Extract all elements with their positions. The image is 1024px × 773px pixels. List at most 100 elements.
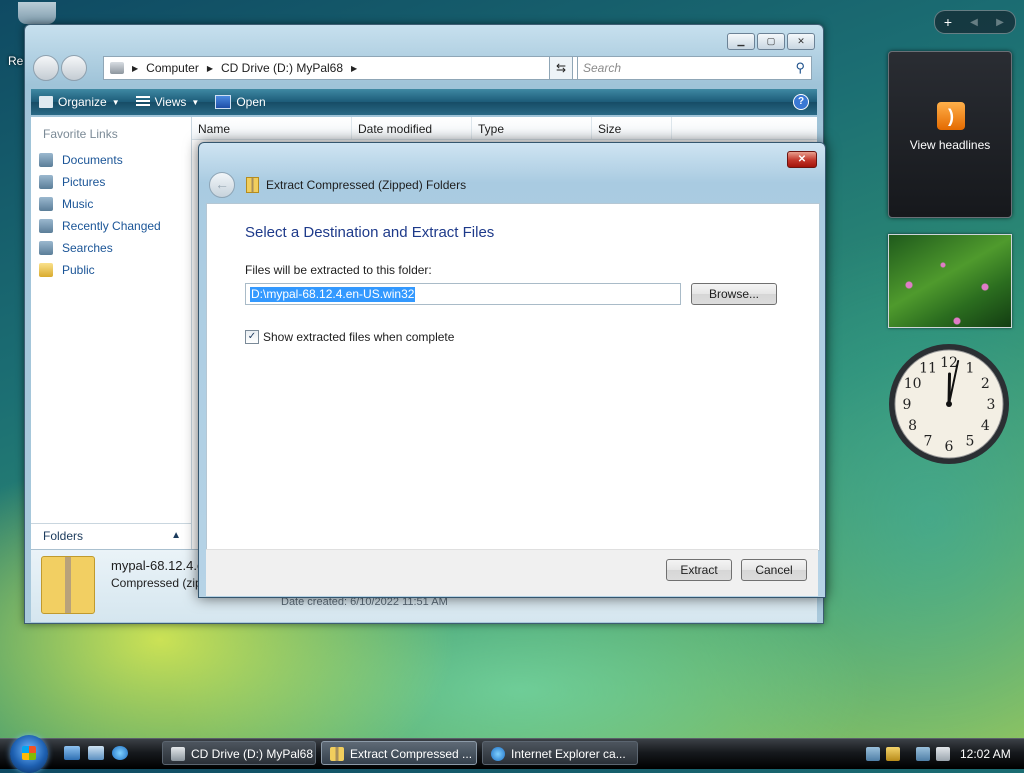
nav-link-pictures[interactable]: Pictures: [31, 171, 191, 193]
breadcrumb-separator-icon[interactable]: ▶: [207, 64, 213, 73]
show-desktop-icon[interactable]: [64, 746, 80, 760]
music-icon: [39, 197, 53, 211]
browse-button[interactable]: Browse...: [691, 283, 777, 305]
clock-numeral: 10: [904, 376, 922, 392]
views-icon: [135, 96, 150, 108]
previous-page-icon[interactable]: ◀: [961, 17, 987, 28]
navigation-pane: Favorite Links Documents Pictures Music …: [31, 117, 192, 549]
internet-explorer-icon: [491, 747, 505, 761]
close-button[interactable]: ✕: [787, 33, 815, 50]
taskbar-clock[interactable]: 12:02 AM: [960, 747, 1011, 761]
recycle-bin-icon[interactable]: [18, 2, 56, 24]
dialog-title: Extract Compressed (Zipped) Folders: [266, 178, 467, 192]
open-button[interactable]: Open: [207, 95, 273, 109]
search-placeholder: Search: [583, 61, 622, 75]
views-label: Views: [154, 95, 187, 109]
folder-icon: [39, 263, 53, 277]
taskbar-item-label: CD Drive (D:) MyPal68: [191, 747, 314, 761]
taskbar-item-extract[interactable]: Extract Compressed ...: [321, 741, 477, 765]
refresh-button[interactable]: ⇆: [549, 56, 573, 80]
column-header-date-modified[interactable]: Date modified: [352, 117, 472, 139]
nav-link-label: Music: [62, 197, 94, 211]
maximize-button[interactable]: ▢: [757, 33, 785, 50]
volume-muted-icon[interactable]: [936, 747, 950, 761]
zip-folder-icon: [246, 177, 259, 193]
minimize-button[interactable]: ▁: [727, 33, 755, 50]
chevron-down-icon: ▼: [191, 97, 200, 107]
security-tray-icon[interactable]: [886, 747, 900, 761]
nav-link-searches[interactable]: Searches: [31, 237, 191, 259]
views-menu[interactable]: Views ▼: [128, 95, 208, 109]
nav-link-label: Recently Changed: [62, 219, 161, 233]
help-icon[interactable]: ?: [793, 94, 809, 110]
clock-numeral: 1: [966, 361, 975, 377]
column-header-size[interactable]: Size: [592, 117, 672, 139]
breadcrumb-separator-icon[interactable]: ▶: [132, 64, 138, 73]
nav-link-documents[interactable]: Documents: [31, 149, 191, 171]
nav-link-label: Pictures: [62, 175, 106, 189]
breadcrumb-separator-icon[interactable]: ▶: [351, 64, 357, 73]
extract-dialog: ✕ ← Extract Compressed (Zipped) Folders …: [198, 142, 826, 598]
nav-link-recently-changed[interactable]: Recently Changed: [31, 215, 191, 237]
clock-numeral: 8: [908, 418, 917, 434]
clock-numeral: 7: [924, 433, 933, 449]
folders-toggle[interactable]: Folders ▲: [31, 523, 191, 547]
feed-headlines-gadget[interactable]: ) View headlines: [888, 51, 1012, 218]
clock-gadget[interactable]: 12 12 3 45678 9 1011: [887, 342, 1011, 466]
navigation-bar: ▶ Computer ▶ CD Drive (D:) MyPal68 ▶ ▼ ⇆…: [33, 55, 813, 81]
organize-menu[interactable]: Organize ▼: [31, 95, 128, 109]
network-icon[interactable]: [916, 747, 930, 761]
show-extracted-files-checkbox[interactable]: ✓: [245, 330, 259, 344]
rss-icon: ): [937, 102, 965, 130]
feed-gadget-label[interactable]: View headlines: [889, 138, 1011, 152]
dialog-close-button[interactable]: ✕: [787, 151, 817, 168]
nav-link-label: Documents: [62, 153, 123, 167]
command-bar: Organize ▼ Views ▼ Open ?: [31, 89, 817, 115]
add-gadget-icon[interactable]: +: [935, 14, 961, 30]
documents-icon: [39, 153, 53, 167]
destination-label: Files will be extracted to this folder:: [245, 263, 432, 277]
slideshow-gadget[interactable]: [888, 234, 1012, 328]
internet-explorer-icon[interactable]: [112, 746, 128, 760]
organize-label: Organize: [58, 95, 107, 109]
nav-link-public[interactable]: Public: [31, 259, 191, 281]
sidebar-tray-icon[interactable]: [866, 747, 880, 761]
start-button[interactable]: [10, 735, 48, 773]
show-extracted-files-label[interactable]: Show extracted files when complete: [263, 330, 454, 344]
next-page-icon[interactable]: ▶: [987, 17, 1013, 28]
zip-folder-icon: [330, 747, 344, 761]
nav-link-music[interactable]: Music: [31, 193, 191, 215]
taskbar-item-internet-explorer[interactable]: Internet Explorer ca...: [482, 741, 638, 765]
clock-numeral: 9: [903, 397, 912, 413]
back-button[interactable]: [33, 55, 59, 81]
forward-button[interactable]: [61, 55, 87, 81]
taskbar-item-label: Internet Explorer ca...: [511, 747, 626, 761]
search-input[interactable]: Search ⚲: [577, 56, 812, 80]
switch-windows-icon[interactable]: [88, 746, 104, 760]
clock-numeral: 11: [919, 361, 937, 377]
sidebar-controls: + ◀ ▶: [934, 10, 1016, 34]
destination-folder-input[interactable]: D:\mypal-68.12.4.en-US.win32: [245, 283, 681, 305]
clock-numeral: 6: [945, 439, 954, 455]
zip-folder-icon: [41, 556, 95, 614]
nav-link-label: Public: [62, 263, 95, 277]
column-header-name[interactable]: Name: [192, 117, 352, 139]
breadcrumb-computer[interactable]: Computer: [146, 61, 199, 75]
clock-numeral: 2: [981, 376, 990, 392]
column-header-type[interactable]: Type: [472, 117, 592, 139]
window-controls: ▁ ▢ ✕: [727, 33, 815, 50]
drive-icon: [171, 747, 185, 761]
search-icon[interactable]: ⚲: [795, 60, 805, 76]
extract-button[interactable]: Extract: [666, 559, 732, 581]
dialog-body: Select a Destination and Extract Files F…: [206, 203, 820, 551]
breadcrumb-cd-drive[interactable]: CD Drive (D:) MyPal68: [221, 61, 343, 75]
taskbar-item-explorer[interactable]: CD Drive (D:) MyPal68: [162, 741, 316, 765]
taskbar-item-label: Extract Compressed ...: [350, 747, 473, 761]
address-bar[interactable]: ▶ Computer ▶ CD Drive (D:) MyPal68 ▶ ▼: [103, 56, 579, 80]
desktop-icon-label[interactable]: Re: [8, 54, 23, 68]
recently-changed-icon: [39, 219, 53, 233]
cancel-button[interactable]: Cancel: [741, 559, 807, 581]
clock-numeral: 4: [981, 418, 990, 434]
clock-pivot: [946, 401, 952, 407]
dialog-back-button[interactable]: ←: [209, 172, 235, 198]
